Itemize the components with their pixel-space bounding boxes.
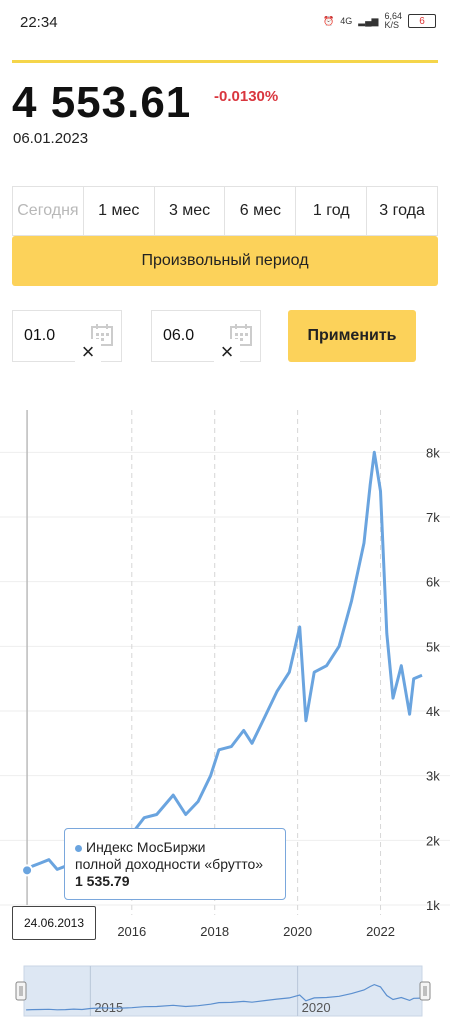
- y-tick-label: 4k: [426, 704, 440, 719]
- range-navigator[interactable]: 2015 2020: [0, 960, 450, 1024]
- y-tick-label: 1k: [426, 898, 440, 913]
- custom-period-button[interactable]: Произвольный период: [12, 236, 438, 286]
- status-bar: 22:34 ⏰ 4G ▂▄▆ 6,64 K/S 6: [0, 0, 450, 44]
- clear-date-from-icon[interactable]: ×: [75, 339, 101, 365]
- clock: 22:34: [20, 14, 58, 31]
- index-value: 4 553.61: [12, 78, 192, 127]
- alarm-icon: ⏰: [323, 15, 335, 26]
- clear-date-to-icon[interactable]: ×: [214, 339, 240, 365]
- date-to-value: 06.0: [163, 327, 195, 344]
- y-tick-label: 7k: [426, 510, 440, 525]
- period-tabs: Сегодня 1 мес 3 мес 6 мес 1 год 3 года: [12, 186, 438, 236]
- x-tick-label: 2016: [117, 924, 146, 939]
- date-from-value: 01.0: [24, 327, 56, 344]
- apply-button[interactable]: Применить: [288, 310, 416, 362]
- system-icons: ⏰ 4G ▂▄▆ 6,64 K/S 6: [323, 12, 436, 30]
- x-tick-label: 2018: [200, 924, 229, 939]
- y-tick-label: 6k: [426, 575, 440, 590]
- tooltip-series-name-2: полной доходности «брутто»: [75, 856, 264, 872]
- hover-point[interactable]: [21, 864, 34, 877]
- period-tab-today[interactable]: Сегодня: [13, 187, 84, 235]
- y-tick-label: 8k: [426, 445, 440, 460]
- date-from-field[interactable]: 01.0 ×: [12, 310, 122, 365]
- y-tick-label: 5k: [426, 639, 440, 654]
- crosshair-date-label: 24.06.2013: [12, 906, 96, 940]
- quote-date: 06.01.2023: [13, 130, 89, 147]
- battery-icon: 6: [408, 14, 436, 28]
- date-to-field[interactable]: 06.0 ×: [151, 310, 261, 365]
- navigator-right-handle[interactable]: [419, 981, 431, 1001]
- network-label: 4G: [340, 16, 353, 26]
- tooltip-value: 1 535.79: [75, 873, 130, 889]
- navigator-left-handle[interactable]: [15, 981, 27, 1001]
- series-dot: [75, 844, 82, 852]
- signal-icon: ▂▄▆: [358, 15, 379, 26]
- header-divider: [12, 60, 438, 63]
- x-tick-label: 2020: [283, 924, 312, 939]
- period-tab-3m[interactable]: 3 мес: [155, 187, 226, 235]
- period-tab-1y[interactable]: 1 год: [296, 187, 368, 235]
- y-tick-label: 3k: [426, 769, 440, 784]
- period-tab-1m[interactable]: 1 мес: [84, 187, 155, 235]
- x-tick-label: 2022: [366, 924, 395, 939]
- period-tab-6m[interactable]: 6 мес: [225, 187, 297, 235]
- period-tab-3y[interactable]: 3 года: [367, 187, 437, 235]
- y-tick-label: 2k: [426, 833, 440, 848]
- series-line: [25, 450, 423, 872]
- navigator-tick-label: 2020: [302, 1000, 331, 1015]
- chart-tooltip: Индекс МосБиржи полной доходности «брутт…: [64, 828, 286, 900]
- change-percent: -0.0130%: [214, 88, 279, 105]
- speed-unit: K/S: [384, 20, 399, 30]
- network-speed: 6,64 K/S: [384, 12, 402, 30]
- tooltip-series-name: Индекс МосБиржи: [86, 839, 206, 855]
